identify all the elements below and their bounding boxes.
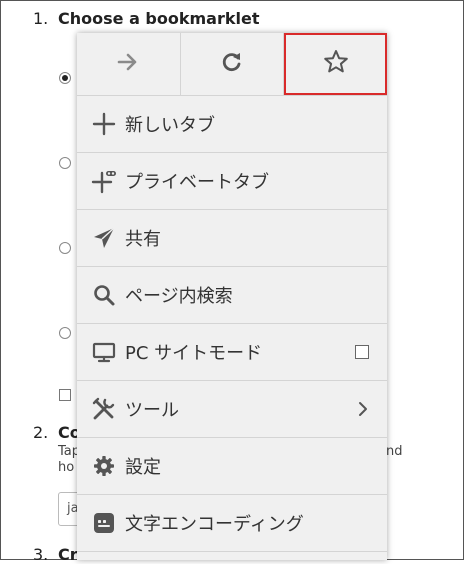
menu-item-label: ページ内検索 — [125, 286, 233, 307]
menu-item-label: 設定 — [125, 457, 161, 478]
menu-item-label: 新しいタブ — [125, 115, 215, 136]
step-3-number: 3. — [33, 545, 49, 564]
desktop-site-checkbox[interactable] — [355, 345, 369, 359]
step-3-title: Cr — [58, 545, 78, 564]
reload-icon — [219, 49, 245, 79]
step-2-text-line1-end: nd — [386, 444, 403, 459]
gear-icon — [91, 453, 117, 479]
menu-item-new-tab[interactable]: 新しいタブ — [77, 96, 387, 153]
plus-icon — [91, 111, 117, 137]
star-icon — [322, 48, 350, 80]
menu-item-tools[interactable]: ツール — [77, 381, 387, 438]
menu-item-label: 共有 — [125, 229, 161, 250]
menu-item-label: ツール — [125, 400, 179, 421]
search-icon — [91, 282, 117, 308]
menu-item-label: 文字エンコーディング — [125, 514, 304, 535]
menu-item-desktop-site[interactable]: PC サイトモード — [77, 324, 387, 381]
bookmarklet-radio-4[interactable] — [59, 327, 71, 339]
bookmark-star-button[interactable] — [284, 33, 387, 95]
share-icon — [91, 225, 117, 251]
option-checkbox[interactable] — [59, 389, 71, 401]
encoding-icon — [91, 510, 117, 536]
menu-toolbar — [77, 33, 387, 96]
browser-overflow-menu: 新しいタブ プライベートタブ 共有 ページ内検索 PC サイトモード ツール 設… — [77, 33, 387, 560]
menu-item-private-tab[interactable]: プライベートタブ — [77, 153, 387, 210]
desktop-icon — [91, 339, 117, 365]
step-2-number: 2. — [33, 423, 49, 442]
bookmarklet-radio-1[interactable] — [59, 72, 71, 84]
menu-item-label: PC サイトモード — [125, 343, 263, 364]
step-1-number: 1. — [33, 9, 49, 28]
forward-button[interactable] — [77, 33, 181, 95]
menu-item-settings[interactable]: 設定 — [77, 438, 387, 495]
menu-item-find-in-page[interactable]: ページ内検索 — [77, 267, 387, 324]
checkbox-box — [355, 345, 369, 359]
menu-item-label: プライベートタブ — [125, 172, 269, 193]
private-tab-icon — [91, 168, 117, 194]
arrow-right-icon — [115, 49, 141, 79]
step-2-text-line2: ho — [58, 460, 75, 475]
menu-item-share[interactable]: 共有 — [77, 210, 387, 267]
chevron-right-icon — [357, 401, 369, 417]
tools-icon — [91, 396, 117, 422]
step-1-title: Choose a bookmarklet — [58, 9, 260, 28]
menu-item-text-encoding[interactable]: 文字エンコーディング — [77, 495, 387, 552]
reload-button[interactable] — [181, 33, 285, 95]
bookmarklet-radio-3[interactable] — [59, 242, 71, 254]
bookmarklet-radio-2[interactable] — [59, 157, 71, 169]
